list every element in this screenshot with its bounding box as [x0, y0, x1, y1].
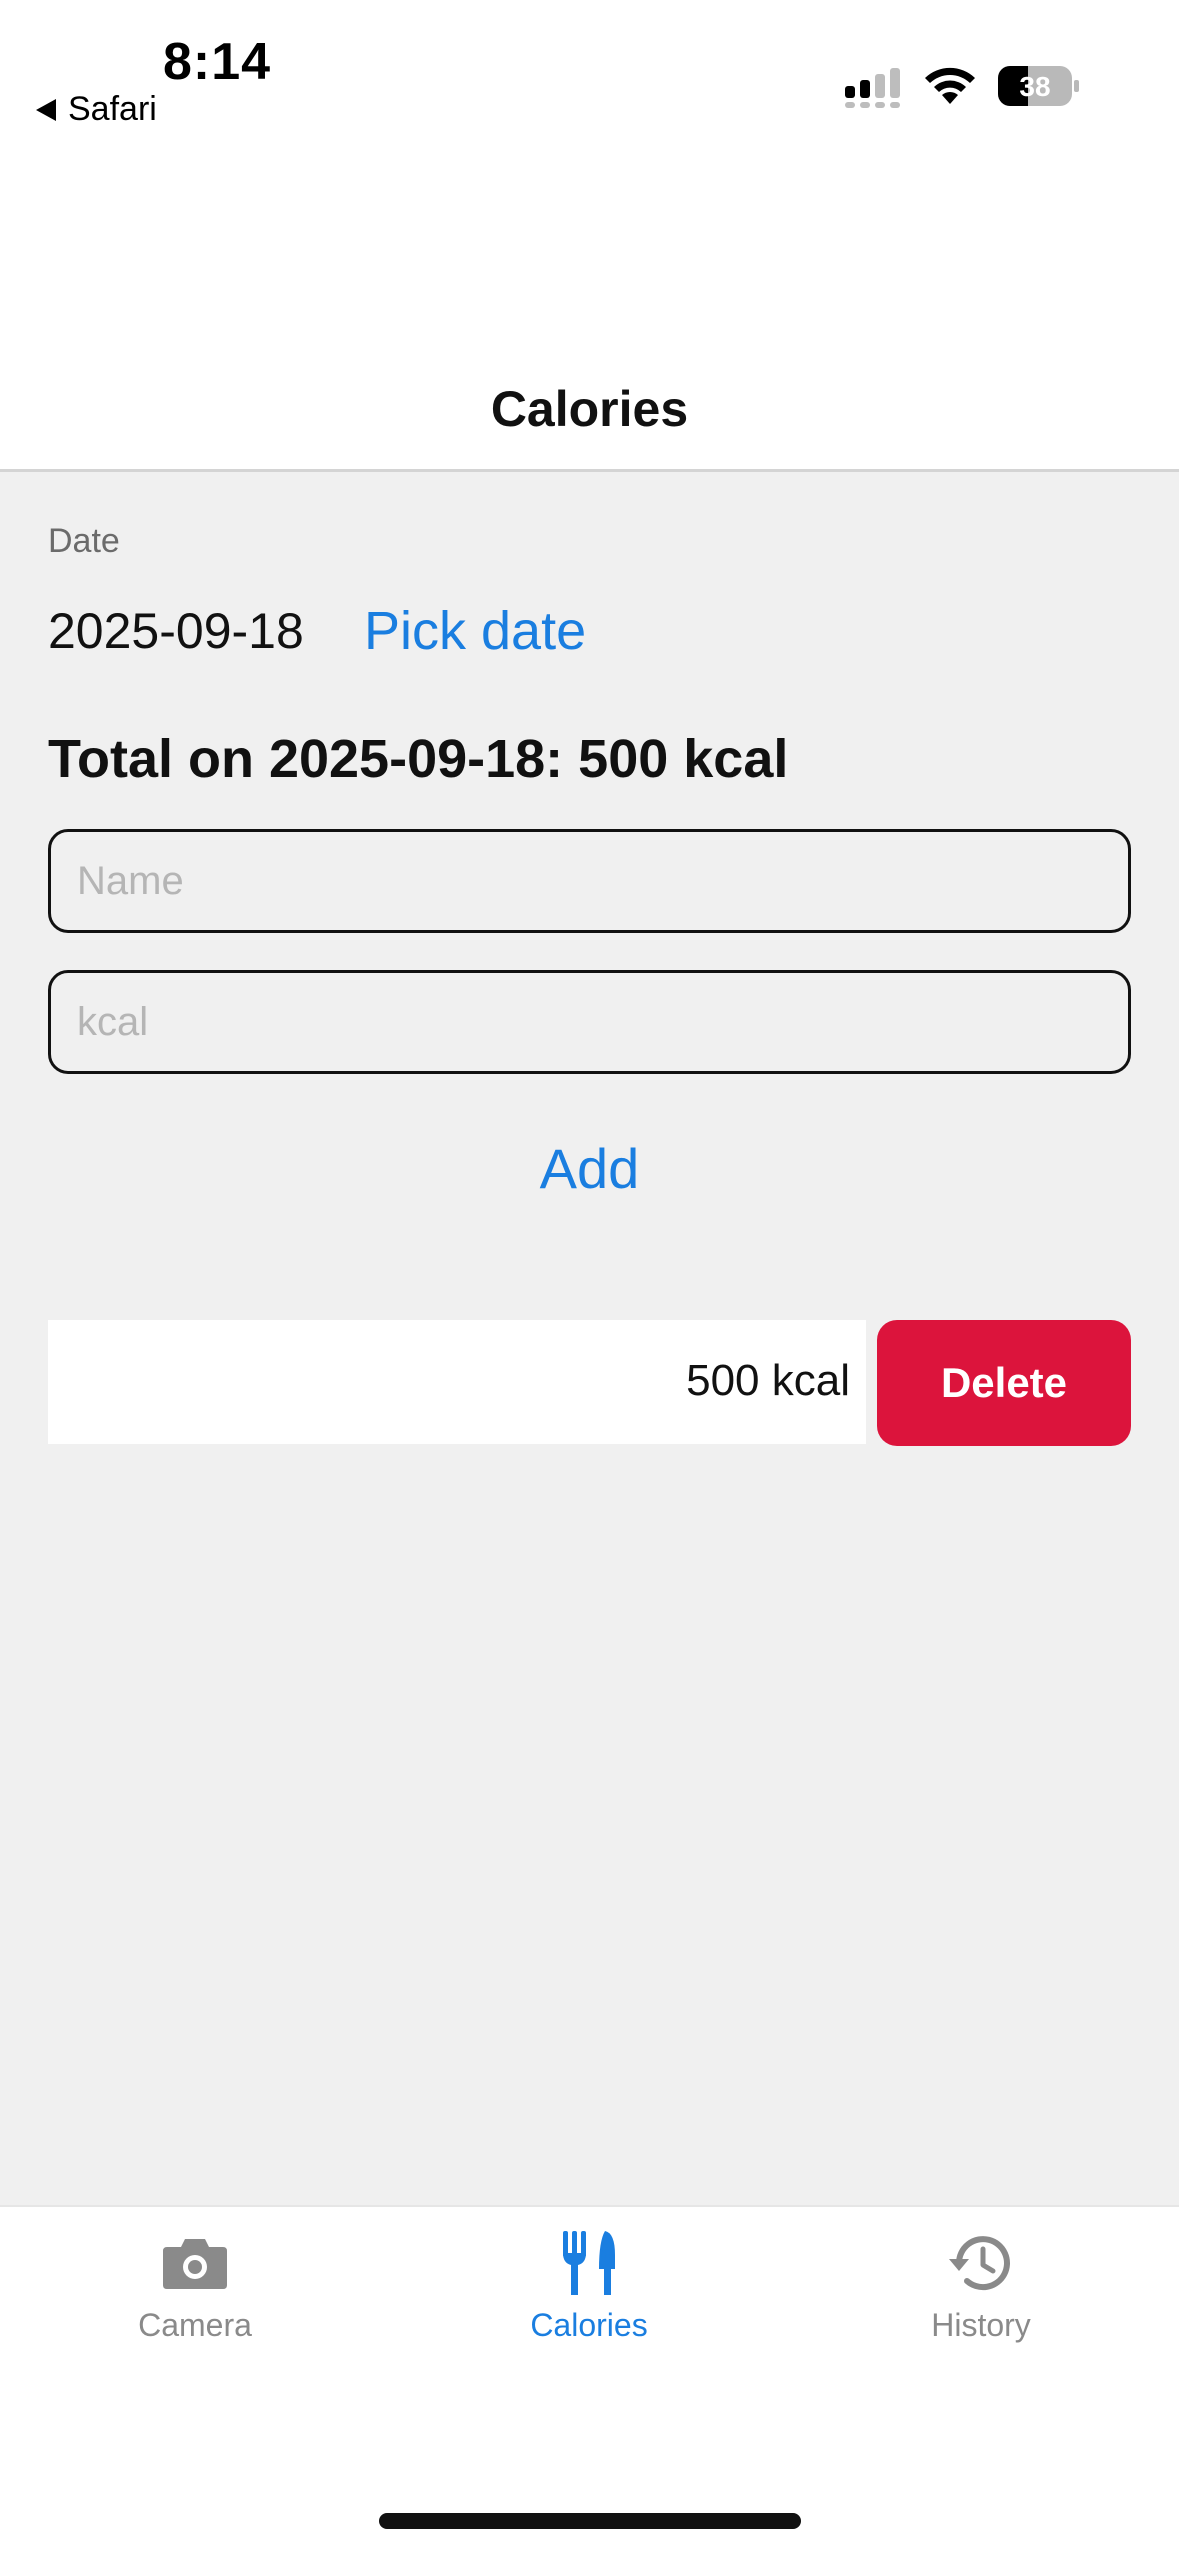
selected-date: 2025-09-18	[48, 603, 304, 659]
status-time: 8:14	[163, 33, 272, 91]
date-label: Date	[48, 522, 120, 560]
fork-knife-icon	[563, 2231, 615, 2295]
tab-history-label: History	[931, 2307, 1031, 2343]
back-app-label: Safari	[68, 90, 157, 128]
wifi-icon	[925, 67, 975, 104]
entry-kcal: 500 kcal	[686, 1356, 850, 1405]
phone-screen: 8:14 Safari 38 Calories Date 2025-09-18 …	[0, 0, 1179, 2556]
cellular-signal-icon	[845, 68, 900, 108]
tab-camera[interactable]: Camera	[45, 2229, 345, 2344]
kcal-input[interactable]	[48, 970, 1131, 1074]
tab-bar: Camera Calories History	[0, 2205, 1179, 2556]
daily-total-text: Total on 2025-09-18: 500 kcal	[48, 729, 789, 789]
back-arrow-icon	[36, 98, 56, 121]
name-input[interactable]	[48, 829, 1131, 933]
home-indicator[interactable]	[379, 2513, 801, 2529]
main-content: Date 2025-09-18 Pick date Total on 2025-…	[0, 472, 1179, 2205]
tab-history[interactable]: History	[831, 2229, 1131, 2344]
delete-button[interactable]: Delete	[877, 1320, 1131, 1446]
page-title: Calories	[490, 381, 689, 437]
back-to-safari-link[interactable]: Safari	[36, 90, 157, 129]
entry-row: 500 kcal	[48, 1320, 866, 1444]
pick-date-button[interactable]: Pick date	[364, 600, 586, 662]
add-button[interactable]: Add	[0, 1136, 1179, 1201]
battery-icon: 38	[998, 66, 1079, 106]
tab-calories-label: Calories	[530, 2307, 648, 2343]
history-icon	[949, 2236, 1010, 2291]
camera-icon	[163, 2239, 227, 2289]
tab-calories[interactable]: Calories	[439, 2229, 739, 2344]
tab-camera-label: Camera	[138, 2307, 252, 2343]
battery-percent: 38	[1019, 71, 1050, 102]
